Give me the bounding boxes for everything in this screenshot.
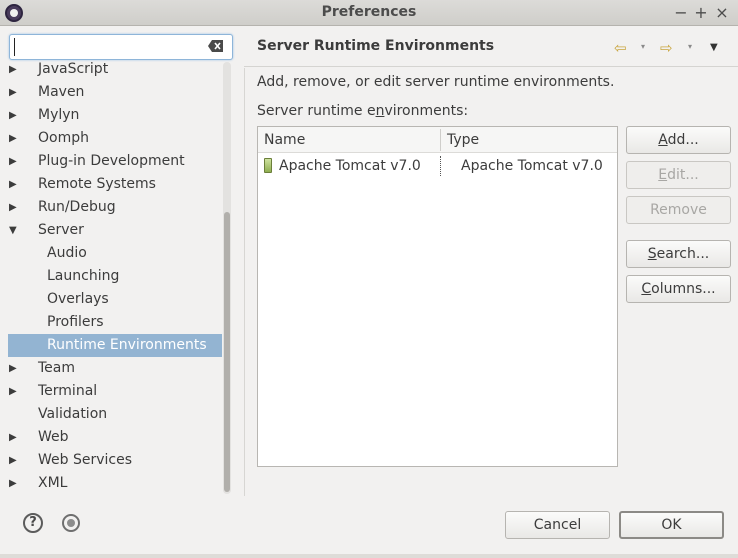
tree-item-terminal[interactable]: ▶ Terminal [8,380,222,403]
page-title: Server Runtime Environments [257,38,495,54]
page-description: Add, remove, or edit server runtime envi… [257,74,615,90]
filter-field[interactable] [9,34,233,60]
preference-tree[interactable]: ▶ JavaScript ▶ Maven ▶ Mylyn ▶ Oomph ▶ Plug-in De… [8,62,222,494]
collapsed-arrow-icon[interactable]: ▶ [9,62,19,81]
back-arrow-icon[interactable]: ⇦ [614,39,627,57]
tree-item-remote-systems[interactable]: ▶ Remote Systems [8,173,222,196]
runtime-table[interactable]: Name Type Apache Tomcat v7.0 Apache Tomc… [257,126,618,467]
tree-item-overlays[interactable]: Overlays [8,288,222,311]
column-guide [440,156,441,176]
tree-item-run-debug[interactable]: ▶ Run/Debug [8,196,222,219]
collapsed-arrow-icon[interactable]: ▶ [9,380,19,403]
cell-name: Apache Tomcat v7.0 [279,158,421,174]
tree-item-label: Validation [38,406,108,422]
tree-item-maven[interactable]: ▶ Maven [8,81,222,104]
maximize-icon[interactable]: + [693,3,709,22]
collapsed-arrow-icon[interactable]: ▶ [9,104,19,127]
forward-history-dropdown-icon[interactable]: ▾ [688,42,692,51]
ok-button[interactable]: OK [619,511,724,539]
tree-item-profilers[interactable]: Profilers [8,311,222,334]
tree-item-validation[interactable]: Validation [8,403,222,426]
tree-item-mylyn[interactable]: ▶ Mylyn [8,104,222,127]
collapsed-arrow-icon[interactable]: ▶ [9,196,19,219]
tree-item-label: Plug-in Development [38,153,185,169]
collapsed-arrow-icon[interactable]: ▶ [9,472,19,494]
tree-item-label: Audio [47,245,87,261]
remove-button[interactable]: Remove [626,196,731,224]
tree-item-label: Terminal [38,383,98,399]
tree-item-xml[interactable]: ▶ XML [8,472,222,494]
window-bottom-edge [0,554,738,558]
tree-item-label: Profilers [47,314,104,330]
view-menu-icon[interactable]: ▼ [710,42,718,53]
tree-item-label: Maven [38,84,85,100]
tree-item-label: Team [38,360,76,376]
forward-arrow-icon[interactable]: ⇨ [660,39,673,57]
tree-item-javascript[interactable]: ▶ JavaScript [8,62,222,81]
tree-item-label: Launching [47,268,120,284]
collapsed-arrow-icon[interactable]: ▶ [9,150,19,173]
tree-item-oomph[interactable]: ▶ Oomph [8,127,222,150]
tree-item-label: Web Services [38,452,133,468]
cancel-button[interactable]: Cancel [505,511,610,539]
column-header-name[interactable]: Name [264,127,305,153]
tree-item-label: Oomph [38,130,89,146]
collapsed-arrow-icon[interactable]: ▶ [9,81,19,104]
collapsed-arrow-icon[interactable]: ▶ [9,173,19,196]
edit-button[interactable]: Edit... [626,161,731,189]
record-macro-icon[interactable] [62,514,80,532]
tree-item-web-services[interactable]: ▶ Web Services [8,449,222,472]
search-button[interactable]: Search... [626,240,731,268]
collapsed-arrow-icon[interactable]: ▶ [9,426,19,449]
tree-item-runtime-environments[interactable]: Runtime Environments [8,334,222,357]
close-icon[interactable]: × [714,3,730,22]
collapsed-arrow-icon[interactable]: ▶ [9,357,19,380]
tree-item-label: XML [38,475,68,491]
tree-item-server[interactable]: ▼ Server [8,219,222,242]
clear-filter-icon[interactable] [208,39,224,53]
column-separator[interactable] [440,129,441,151]
tree-item-web[interactable]: ▶ Web [8,426,222,449]
panel-divider[interactable] [244,68,245,496]
column-header-type[interactable]: Type [447,127,479,153]
table-row[interactable]: Apache Tomcat v7.0 Apache Tomcat v7.0 [258,154,617,178]
tree-item-label: Run/Debug [38,199,116,215]
tree-scrollbar[interactable] [223,62,231,494]
back-history-dropdown-icon[interactable]: ▾ [641,42,645,51]
tree-item-label: Runtime Environments [47,337,207,353]
collapsed-arrow-icon[interactable]: ▶ [9,127,19,150]
tree-item-plug-in-development[interactable]: ▶ Plug-in Development [8,150,222,173]
tree-scrollbar-thumb[interactable] [224,212,230,492]
minimize-icon[interactable]: − [673,3,689,22]
header-divider [244,66,738,67]
tree-item-audio[interactable]: Audio [8,242,222,265]
cell-type: Apache Tomcat v7.0 [461,158,603,174]
tree-item-launching[interactable]: Launching [8,265,222,288]
expanded-arrow-icon[interactable]: ▼ [9,219,19,242]
runtime-jar-icon [264,158,272,173]
tree-item-team[interactable]: ▶ Team [8,357,222,380]
help-icon[interactable]: ? [23,513,43,533]
list-label: Server runtime environments: [257,103,469,119]
tree-item-label: Remote Systems [38,176,156,192]
tree-item-label: Mylyn [38,107,80,123]
tree-item-label: Server [38,222,84,238]
collapsed-arrow-icon[interactable]: ▶ [9,449,19,472]
window-title: Preferences [321,4,417,20]
title-bar: Preferences − + × [0,0,738,26]
tree-item-label: Web [38,429,69,445]
table-header: Name Type [258,127,617,153]
add-button[interactable]: Add... [626,126,731,154]
tree-item-label: JavaScript [38,62,109,77]
columns-button[interactable]: Columns... [626,275,731,303]
tree-item-label: Overlays [47,291,109,307]
filter-input[interactable] [14,38,194,56]
